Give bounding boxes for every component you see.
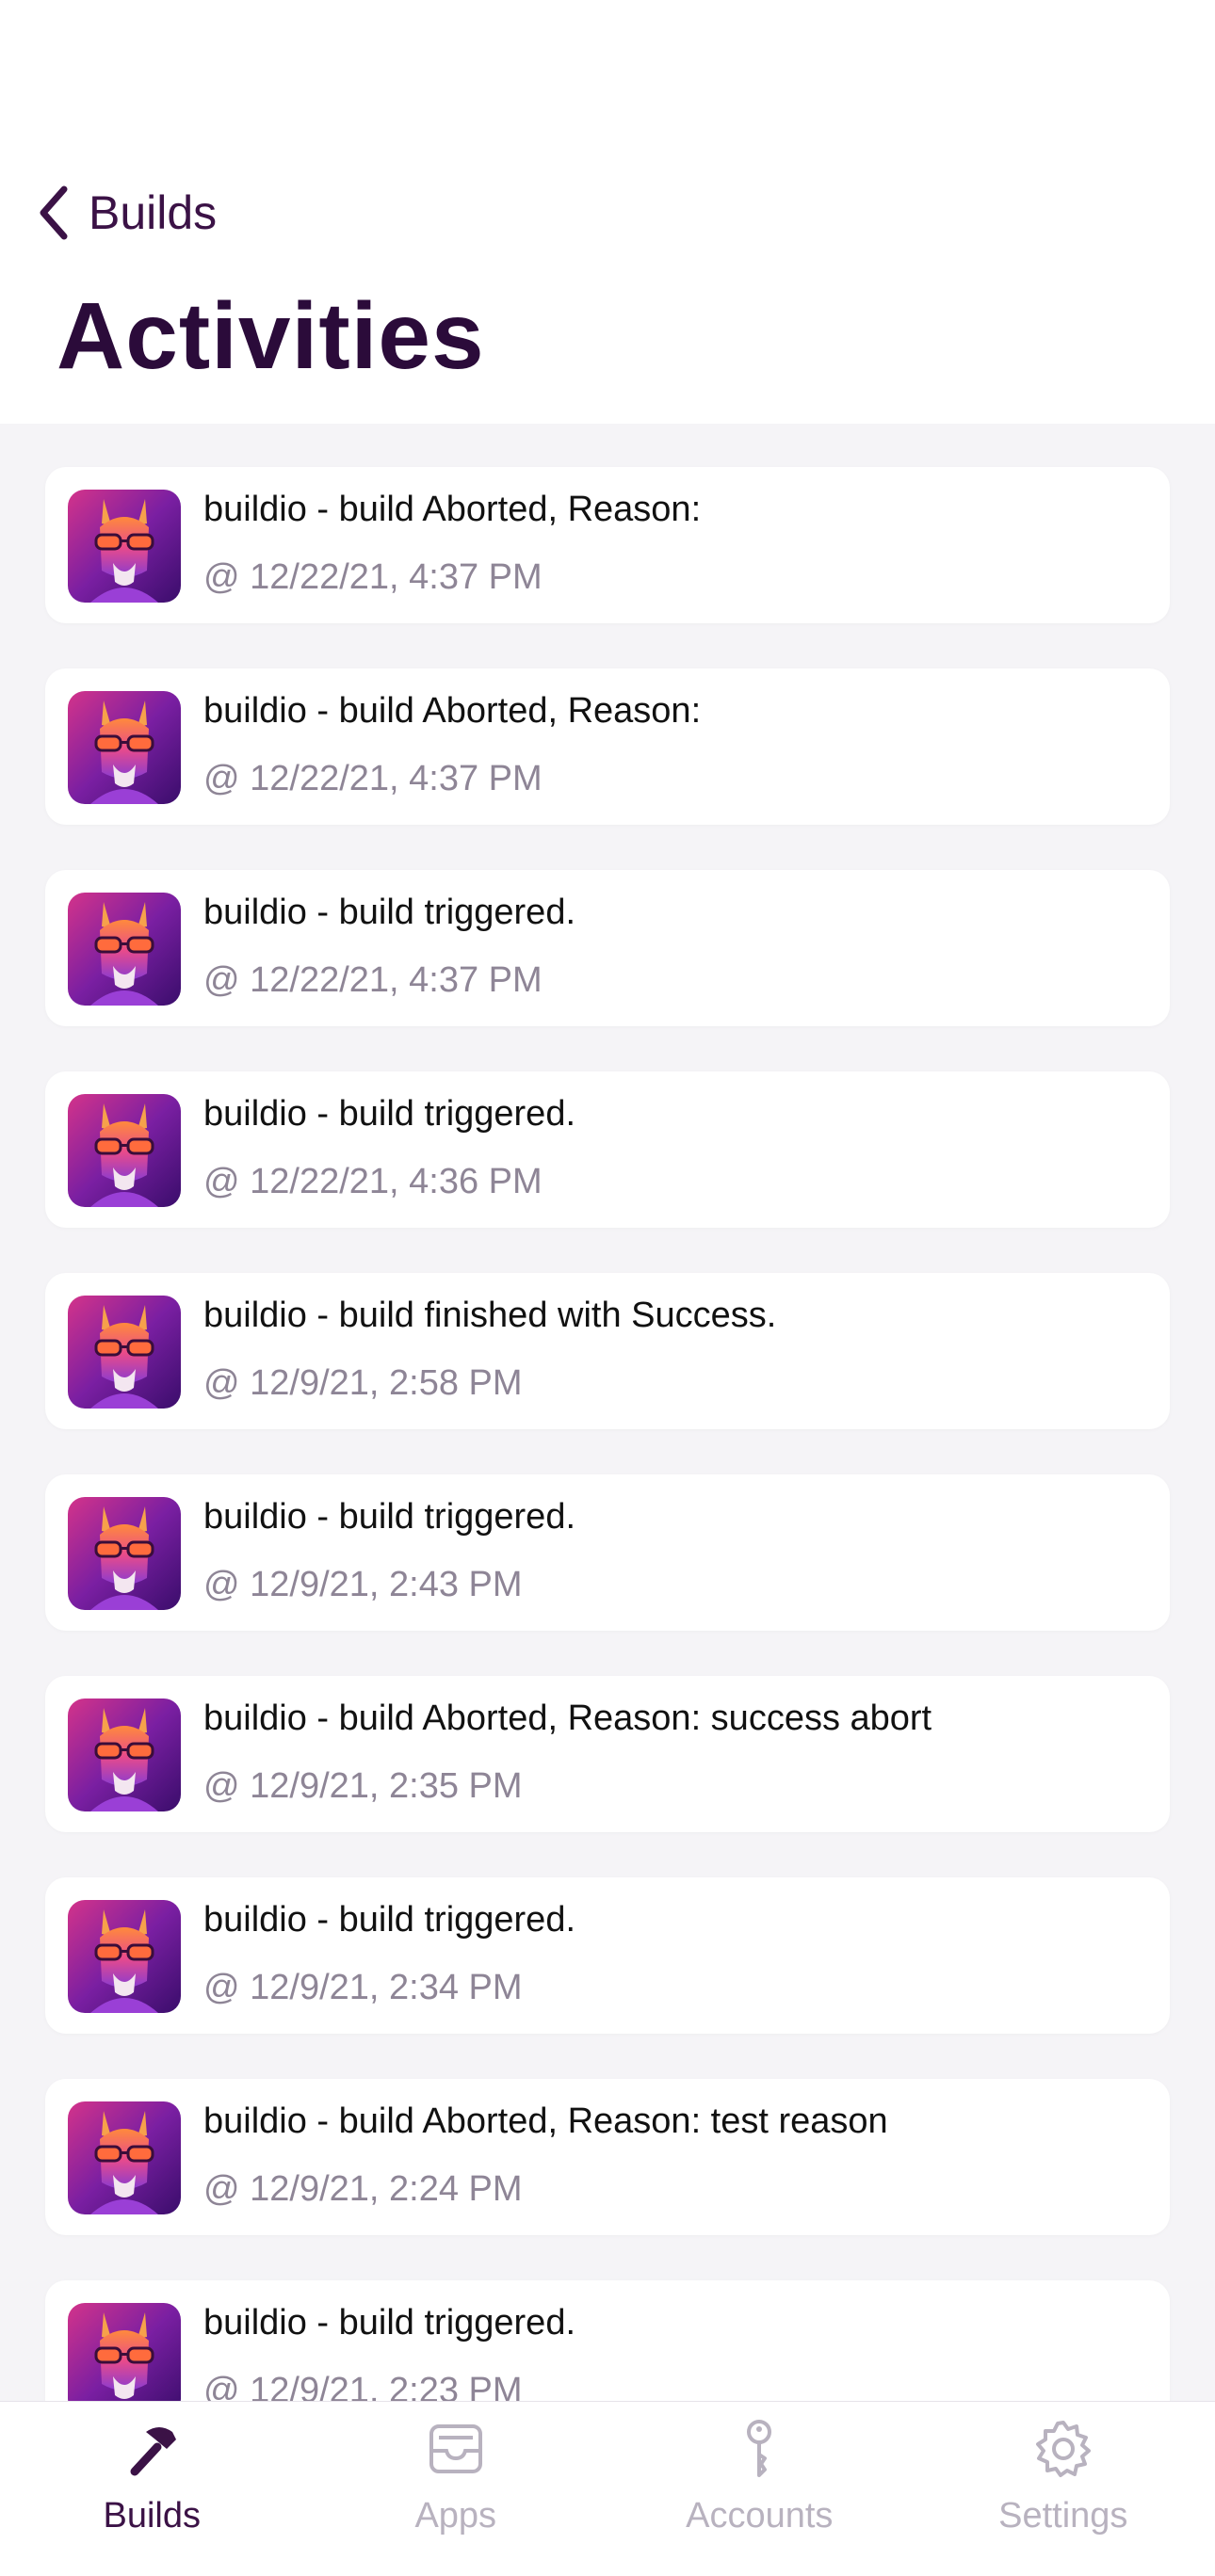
navigation-header: Builds Activities (0, 0, 1215, 424)
activity-message: buildio - build triggered. (203, 1497, 576, 1537)
llama-avatar-icon (68, 1699, 181, 1811)
llama-avatar-icon (68, 1497, 181, 1610)
app-avatar (68, 1094, 181, 1207)
tab-builds[interactable]: Builds (0, 2402, 304, 2576)
back-button[interactable]: Builds (34, 179, 217, 247)
activity-timestamp: @ 12/22/21, 4:37 PM (203, 759, 543, 798)
inbox-icon (429, 2424, 482, 2473)
activity-message: buildio - build Aborted, Reason: (203, 691, 702, 731)
activity-timestamp: @ 12/22/21, 4:36 PM (203, 1162, 543, 1201)
llama-avatar-icon (68, 893, 181, 1006)
activity-message: buildio - build Aborted, Reason: (203, 490, 702, 529)
llama-avatar-icon (68, 2303, 181, 2416)
activity-card[interactable]: buildio - build triggered. @ 12/22/21, 4… (45, 1071, 1170, 1228)
page-title: Activities (57, 283, 485, 389)
llama-avatar-icon (68, 1094, 181, 1207)
tab-accounts[interactable]: Accounts (608, 2402, 912, 2576)
llama-avatar-icon (68, 2101, 181, 2214)
activity-timestamp: @ 12/22/21, 4:37 PM (203, 960, 543, 1000)
activity-timestamp: @ 12/22/21, 4:37 PM (203, 557, 543, 597)
activity-timestamp: @ 12/9/21, 2:43 PM (203, 1565, 523, 1604)
app-avatar (68, 1699, 181, 1811)
app-avatar (68, 2303, 181, 2416)
key-icon (747, 2420, 772, 2477)
activity-timestamp: @ 12/9/21, 2:35 PM (203, 1766, 523, 1806)
activity-message: buildio - build triggered. (203, 1094, 576, 1134)
activity-card[interactable]: buildio - build triggered. @ 12/9/21, 2:… (45, 1877, 1170, 2034)
tab-label: Builds (103, 2496, 202, 2536)
app-avatar (68, 893, 181, 1006)
activity-card[interactable]: buildio - build triggered. @ 12/22/21, 4… (45, 870, 1170, 1026)
tab-label: Accounts (686, 2496, 834, 2536)
activity-card[interactable]: buildio - build Aborted, Reason: test re… (45, 2079, 1170, 2235)
llama-avatar-icon (68, 1900, 181, 2013)
activity-timestamp: @ 12/9/21, 2:34 PM (203, 1968, 523, 2007)
activity-message: buildio - build Aborted, Reason: success… (203, 1699, 932, 1738)
tab-bar: Builds Apps Accounts Settings (0, 2401, 1215, 2576)
activity-message: buildio - build finished with Success. (203, 1296, 777, 1335)
app-avatar (68, 1296, 181, 1409)
activity-card[interactable]: buildio - build triggered. @ 12/9/21, 2:… (45, 1474, 1170, 1631)
tab-apps[interactable]: Apps (304, 2402, 608, 2576)
chevron-left-icon (40, 185, 68, 240)
activity-timestamp: @ 12/9/21, 2:24 PM (203, 2169, 523, 2209)
llama-avatar-icon (68, 1296, 181, 1409)
activity-card[interactable]: buildio - build finished with Success. @… (45, 1273, 1170, 1429)
hammer-icon (130, 2427, 177, 2476)
tab-settings[interactable]: Settings (912, 2402, 1215, 2576)
activity-message: buildio - build triggered. (203, 1900, 576, 1940)
app-avatar (68, 490, 181, 603)
app-avatar (68, 1900, 181, 2013)
activity-message: buildio - build triggered. (203, 2303, 576, 2343)
tab-label: Apps (414, 2496, 497, 2536)
activity-card[interactable]: buildio - build Aborted, Reason: @ 12/22… (45, 668, 1170, 825)
activity-timestamp: @ 12/9/21, 2:58 PM (203, 1363, 523, 1403)
activity-card[interactable]: buildio - build Aborted, Reason: @ 12/22… (45, 467, 1170, 623)
llama-avatar-icon (68, 691, 181, 804)
activity-message: buildio - build triggered. (203, 893, 576, 932)
activity-card[interactable]: buildio - build Aborted, Reason: success… (45, 1676, 1170, 1832)
gear-icon (1035, 2421, 1091, 2477)
activity-message: buildio - build Aborted, Reason: test re… (203, 2101, 888, 2141)
tab-label: Settings (998, 2496, 1128, 2536)
activity-list: buildio - build Aborted, Reason: @ 12/22… (45, 467, 1170, 2482)
app-avatar (68, 691, 181, 804)
app-avatar (68, 2101, 181, 2214)
app-avatar (68, 1497, 181, 1610)
llama-avatar-icon (68, 490, 181, 603)
back-button-label: Builds (89, 186, 218, 239)
